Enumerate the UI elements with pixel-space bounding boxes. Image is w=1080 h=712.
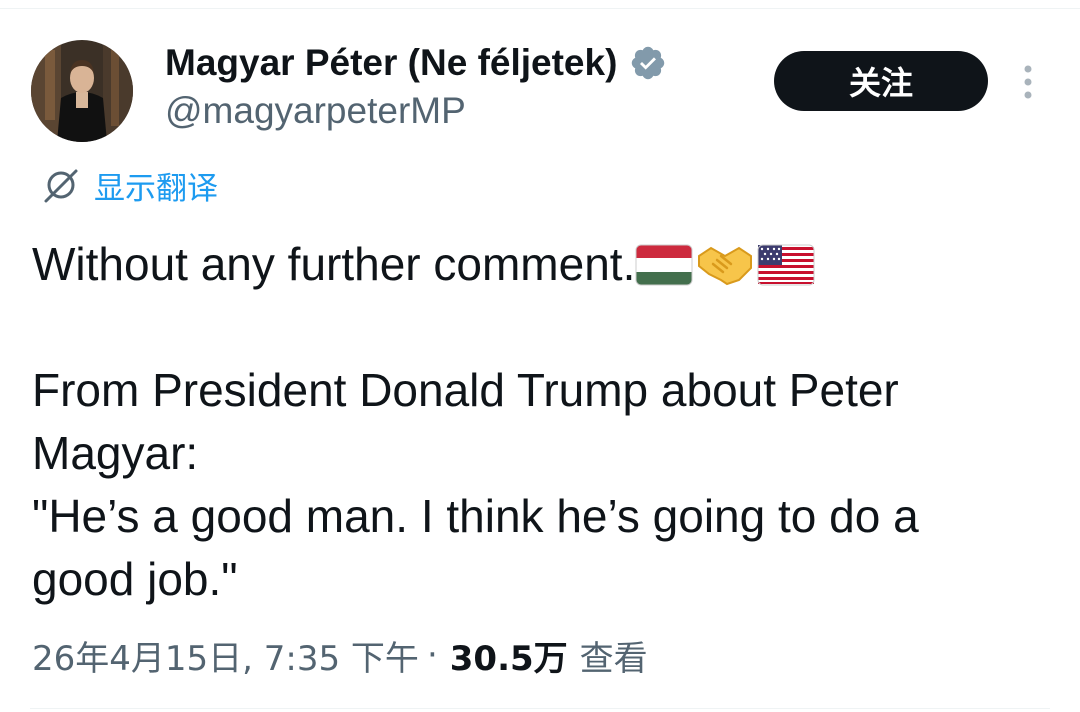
vertical-ellipsis-icon[interactable]	[1014, 64, 1042, 100]
author-avatar[interactable]	[31, 40, 133, 142]
author-name-row[interactable]: Magyar Péter (Ne féljetek)	[165, 38, 667, 88]
views-count[interactable]: 30.5万	[450, 631, 568, 680]
verified-badge-icon	[632, 46, 665, 80]
tweet-line: Without any further comment.	[32, 233, 1032, 296]
follow-button[interactable]: 关注	[774, 51, 988, 111]
tweet-meta: 26年4月15日, 7:35 下午 · 30.5万 查看	[32, 630, 648, 680]
tweet-body: Without any further comment. From Presid…	[32, 233, 1032, 611]
tweet-line: From President Donald Trump about Peter	[32, 364, 899, 416]
author-display-name[interactable]: Magyar Péter (Ne féljetek)	[165, 42, 617, 84]
usa-flag-emoji	[757, 239, 815, 302]
tweet-line-text: Without any further comment.	[32, 238, 636, 290]
avatar-photo	[31, 40, 133, 142]
top-divider	[0, 8, 1080, 9]
tweet-line: good job."	[32, 553, 238, 605]
hungary-flag-emoji	[635, 239, 693, 302]
tweet-timestamp[interactable]: 26年4月15日, 7:35 下午	[32, 631, 419, 680]
tweet-line	[32, 296, 1032, 359]
tweet-line: "He’s a good man. I think he’s going to …	[32, 490, 919, 542]
show-translation-link[interactable]: 显示翻译	[40, 163, 218, 208]
bottom-divider	[30, 708, 1050, 709]
meta-separator: ·	[426, 635, 438, 675]
translate-globe-icon	[44, 169, 78, 203]
author-handle[interactable]: @magyarpeterMP	[165, 90, 466, 132]
tweet-line: Magyar:	[32, 427, 199, 479]
handshake-emoji	[697, 239, 753, 302]
views-label: 查看	[579, 638, 648, 679]
show-translation-label[interactable]: 显示翻译	[94, 163, 218, 208]
